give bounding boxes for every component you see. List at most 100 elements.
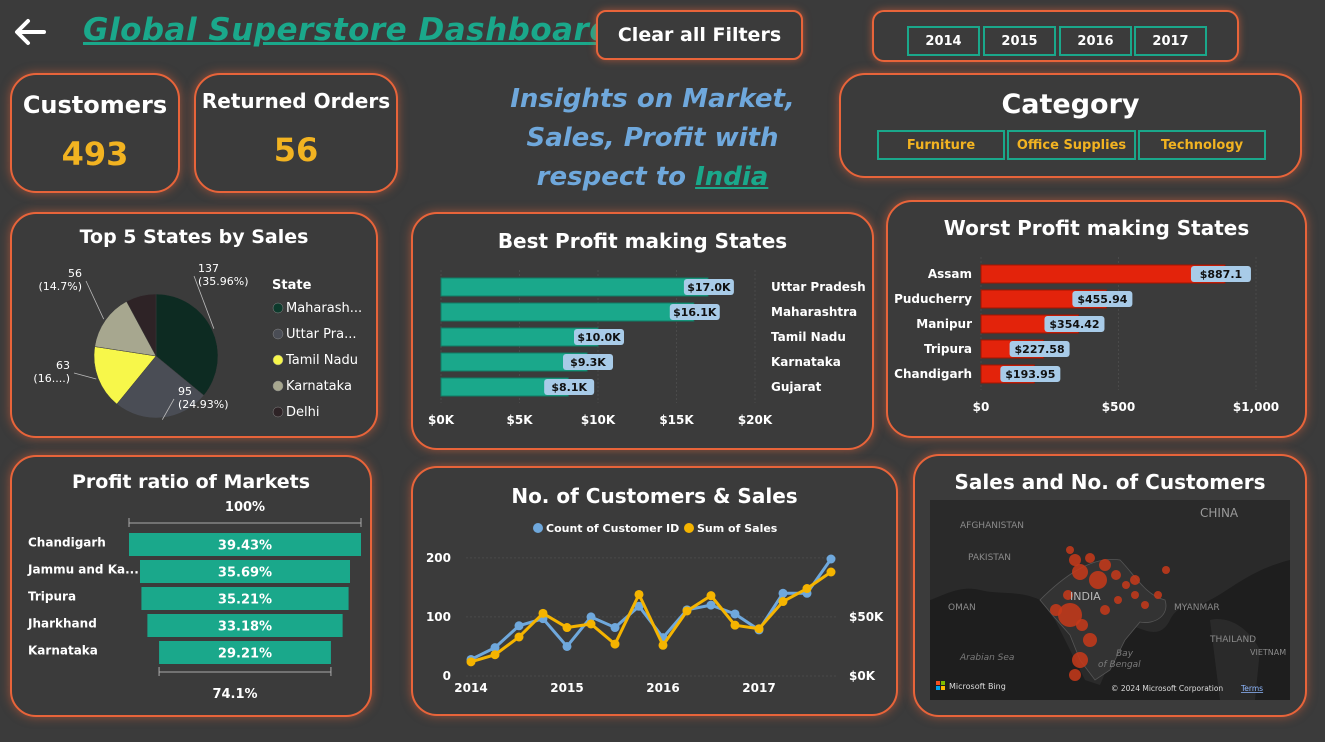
sales-map[interactable]: AFGHANISTAN CHINA PAKISTAN INDIA OMAN MY…	[930, 500, 1290, 700]
series-point[interactable]	[610, 623, 620, 633]
year-button-2016[interactable]: 2016	[1059, 26, 1132, 56]
funnel-category-label: Jharkhand	[27, 617, 97, 631]
customers-value: 493	[61, 135, 129, 173]
category-button-furniture[interactable]: Furniture	[877, 130, 1005, 160]
year-button-2014[interactable]: 2014	[907, 26, 980, 56]
insight-country-link[interactable]: India	[695, 162, 768, 192]
year-button-2017[interactable]: 2017	[1134, 26, 1207, 56]
series-point[interactable]	[658, 640, 668, 650]
category-card: Category	[839, 73, 1302, 178]
line-legend-label[interactable]: Count of Customer ID	[546, 522, 679, 535]
line-legend-swatch[interactable]	[533, 523, 543, 533]
map-bubble[interactable]	[1100, 605, 1110, 615]
series-point[interactable]	[730, 620, 740, 630]
returned-orders-card: Returned Orders 56	[194, 73, 398, 193]
pie-legend-label[interactable]: Tamil Nadu	[285, 353, 358, 368]
map-bubble[interactable]	[1154, 591, 1162, 599]
series-point[interactable]	[538, 608, 548, 618]
series-point[interactable]	[706, 600, 716, 610]
pie-legend-title: State	[272, 278, 312, 293]
category-button-office-supplies[interactable]: Office Supplies	[1007, 130, 1136, 160]
dashboard-title: Global Superstore Dashboard	[83, 12, 613, 48]
series-point[interactable]	[754, 624, 764, 634]
map-label-thailand: THAILAND	[1209, 635, 1256, 645]
series-point[interactable]	[562, 641, 572, 651]
series-point[interactable]	[634, 589, 644, 599]
pie-data-label: 63 (16....)	[33, 359, 70, 385]
series-point[interactable]	[682, 606, 692, 616]
y-left-tick-label: 200	[426, 551, 451, 565]
pie-legend-label[interactable]: Maharash...	[286, 301, 362, 316]
series-point[interactable]	[562, 623, 572, 633]
series-point[interactable]	[514, 621, 524, 631]
x-tick-label: $500	[1102, 400, 1135, 414]
map-bubble[interactable]	[1111, 570, 1121, 580]
bar[interactable]	[980, 264, 1226, 284]
clear-filters-button[interactable]: Clear all Filters	[596, 10, 803, 60]
map-bubble[interactable]	[1072, 652, 1088, 668]
pie-data-label: 56 (14.7%)	[38, 267, 82, 293]
map-terms-link[interactable]: Terms	[1240, 684, 1263, 693]
line-legend-swatch[interactable]	[684, 523, 694, 533]
insight-line-3: respect to India	[470, 158, 835, 197]
series-point[interactable]	[778, 597, 788, 607]
pie-legend-swatch[interactable]	[272, 380, 284, 392]
pie-legend-swatch[interactable]	[272, 302, 284, 314]
map-bubble[interactable]	[1089, 571, 1107, 589]
map-bubble[interactable]	[1076, 619, 1088, 631]
insight-text: Insights on Market, Sales, Profit with r…	[470, 80, 835, 197]
map-bubble[interactable]	[1114, 596, 1122, 604]
pie-legend-swatch[interactable]	[272, 406, 284, 418]
map-bubble[interactable]	[1085, 553, 1095, 563]
map-bubble[interactable]	[1099, 559, 1111, 571]
category-button-technology[interactable]: Technology	[1138, 130, 1266, 160]
map-bubble[interactable]	[1072, 564, 1088, 580]
map-bubble[interactable]	[1130, 575, 1140, 585]
data-label: $354.42	[1049, 318, 1099, 331]
map-label-india: INDIA	[1070, 590, 1101, 603]
series-line[interactable]	[470, 570, 832, 664]
series-point[interactable]	[826, 554, 836, 564]
funnel-category-label: Karnataka	[28, 644, 98, 658]
pie-legend-label[interactable]: Delhi	[286, 405, 319, 420]
bar[interactable]	[440, 302, 695, 322]
pie-legend-swatch[interactable]	[272, 328, 284, 340]
series-point[interactable]	[826, 567, 836, 577]
series-point[interactable]	[490, 650, 500, 660]
map-bubble[interactable]	[1131, 591, 1139, 599]
customers-label: Customers	[22, 91, 168, 119]
series-point[interactable]	[466, 657, 476, 667]
map-bubble[interactable]	[1066, 546, 1074, 554]
map-bubble[interactable]	[1141, 601, 1149, 609]
x-tick-label: $5K	[507, 413, 534, 427]
series-point[interactable]	[706, 591, 716, 601]
series-point[interactable]	[730, 609, 740, 619]
map-bubble[interactable]	[1069, 669, 1081, 681]
category-label: Assam	[928, 267, 972, 281]
bar[interactable]	[440, 277, 709, 297]
line-legend-label[interactable]: Sum of Sales	[697, 522, 778, 535]
back-arrow-icon[interactable]	[12, 14, 48, 50]
pie-legend-swatch[interactable]	[272, 354, 284, 366]
series-point[interactable]	[778, 588, 788, 598]
series-point[interactable]	[802, 584, 812, 594]
ratio-top-label: 100%	[225, 500, 265, 515]
y-right-tick-label: $50K	[849, 610, 884, 624]
year-button-2015[interactable]: 2015	[983, 26, 1056, 56]
pie-legend-label[interactable]: Uttar Pra...	[286, 327, 356, 342]
pie-legend-label[interactable]: Karnataka	[286, 379, 352, 394]
pie-leader-line	[73, 372, 97, 380]
series-point[interactable]	[586, 619, 596, 629]
map-bubble[interactable]	[1162, 566, 1170, 574]
best-profit-chart: $0K $5K $10K $15K $20K $17.0K Uttar Pradesh $16…	[428, 270, 866, 427]
customers-sales-chart: Count of Customer ID Sum of Sales 0 100 200 $…	[426, 522, 884, 695]
y-left-tick-label: 100	[426, 610, 451, 624]
series-point[interactable]	[610, 639, 620, 649]
returned-orders-label: Returned Orders	[201, 89, 391, 113]
funnel-category-label: Chandigarh	[28, 536, 106, 550]
map-bubble[interactable]	[1122, 581, 1130, 589]
bay-of-bengal-line-2: of Bengal	[1098, 660, 1141, 670]
x-tick-label: 2017	[742, 681, 775, 695]
series-point[interactable]	[514, 632, 524, 642]
map-bubble[interactable]	[1083, 633, 1097, 647]
